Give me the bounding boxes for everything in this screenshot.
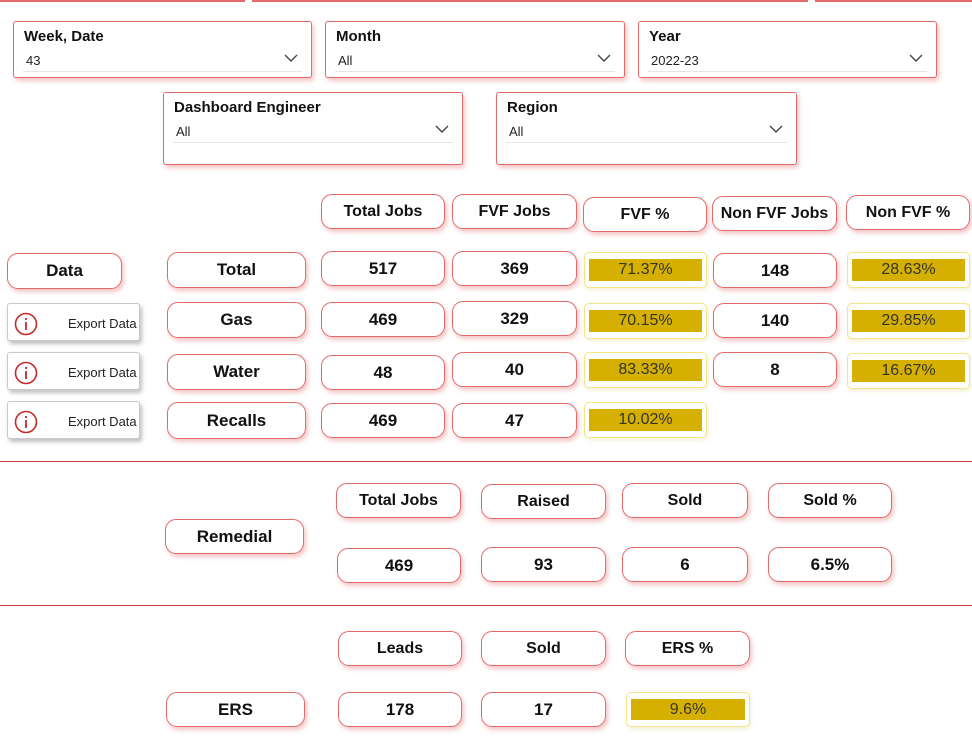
ers-label: ERS <box>166 692 305 727</box>
region-dropdown[interactable]: All <box>506 121 787 143</box>
recalls-fvf-jobs: 47 <box>452 403 577 438</box>
total-non-fvf-jobs: 148 <box>713 253 837 288</box>
ers-leads: 178 <box>338 692 462 727</box>
chevron-down-icon <box>435 125 449 133</box>
export-data-button-recalls[interactable]: Export Data <box>7 401 140 439</box>
gas-total-jobs: 469 <box>321 302 445 337</box>
dashboard-engineer-value: All <box>176 124 191 139</box>
remedial-header-sold: Sold <box>622 483 748 518</box>
month-dropdown[interactable]: All <box>335 50 615 72</box>
gas-non-fvf-pct: 29.85% <box>847 303 970 339</box>
remedial-label: Remedial <box>165 519 304 554</box>
remedial-sold: 6 <box>622 547 748 582</box>
region-slicer-title: Region <box>507 99 558 116</box>
total-total-jobs: 517 <box>321 251 445 286</box>
recalls-total-jobs: 469 <box>321 403 445 438</box>
header-non-fvf-pct: Non FVF % <box>846 195 970 230</box>
dashboard-engineer-dropdown[interactable]: All <box>173 121 453 143</box>
water-fvf-pct-bar: 83.33% <box>589 359 702 381</box>
header-total-jobs: Total Jobs <box>321 194 445 229</box>
ers-pct: 9.6% <box>626 692 750 727</box>
section-divider <box>0 605 972 606</box>
ers-header-sold: Sold <box>481 631 606 666</box>
remedial-raised: 93 <box>481 547 606 582</box>
header-non-fvf-jobs: Non FVF Jobs <box>712 196 837 231</box>
remedial-header-raised: Raised <box>481 484 606 519</box>
total-fvf-pct: 71.37% <box>584 252 707 288</box>
export-data-label: Export Data <box>68 414 137 429</box>
water-non-fvf-pct: 16.67% <box>847 353 970 389</box>
water-non-fvf-jobs: 8 <box>713 352 837 387</box>
week-date-slicer-title: Week, Date <box>24 28 104 45</box>
chevron-down-icon <box>769 125 783 133</box>
week-date-dropdown[interactable]: 43 <box>23 50 302 72</box>
total-non-fvf-pct: 28.63% <box>847 252 970 288</box>
gas-fvf-jobs: 329 <box>452 301 577 336</box>
remedial-sold-pct: 6.5% <box>768 547 892 582</box>
water-non-fvf-pct-bar: 16.67% <box>852 360 965 382</box>
remedial-header-sold-pct: Sold % <box>768 483 892 518</box>
region-slicer[interactable]: Region All <box>496 92 797 165</box>
info-icon <box>14 361 38 385</box>
week-date-slicer[interactable]: Week, Date 43 <box>13 21 312 78</box>
section-divider <box>0 461 972 462</box>
year-dropdown[interactable]: 2022-23 <box>648 50 927 72</box>
gas-non-fvf-jobs: 140 <box>713 303 837 338</box>
total-fvf-pct-bar: 71.37% <box>589 259 702 281</box>
gas-fvf-pct-bar: 70.15% <box>589 310 702 332</box>
header-fvf-jobs: FVF Jobs <box>452 194 577 229</box>
total-non-fvf-pct-bar: 28.63% <box>852 259 965 281</box>
gas-fvf-pct: 70.15% <box>584 303 707 339</box>
month-value: All <box>338 53 353 68</box>
gas-non-fvf-pct-bar: 29.85% <box>852 310 965 332</box>
year-value: 2022-23 <box>651 53 699 68</box>
chevron-down-icon <box>284 54 298 62</box>
week-date-value: 43 <box>26 53 41 68</box>
remedial-total-jobs: 469 <box>337 548 461 583</box>
water-fvf-jobs: 40 <box>452 352 577 387</box>
dashboard-engineer-slicer-title: Dashboard Engineer <box>174 99 321 116</box>
water-total-jobs: 48 <box>321 355 445 390</box>
ers-pct-bar: 9.6% <box>631 699 745 720</box>
info-icon <box>14 410 38 434</box>
recalls-fvf-pct-bar: 10.02% <box>589 409 702 431</box>
ers-sold: 17 <box>481 692 606 727</box>
row-label-recalls: Recalls <box>167 402 306 439</box>
export-data-label: Export Data <box>68 316 137 331</box>
recalls-fvf-pct: 10.02% <box>584 402 707 438</box>
remedial-header-total-jobs: Total Jobs <box>336 483 461 518</box>
top-border <box>0 0 972 2</box>
ers-header-pct: ERS % <box>625 631 750 666</box>
region-value: All <box>509 124 524 139</box>
info-icon <box>14 312 38 336</box>
year-slicer[interactable]: Year 2022-23 <box>638 21 937 78</box>
data-label: Data <box>7 253 122 289</box>
year-slicer-title: Year <box>649 28 681 45</box>
ers-header-leads: Leads <box>338 631 462 666</box>
row-label-water: Water <box>167 354 306 390</box>
row-label-gas: Gas <box>167 302 306 338</box>
export-data-button-gas[interactable]: Export Data <box>7 303 140 341</box>
chevron-down-icon <box>909 54 923 62</box>
export-data-label: Export Data <box>68 365 137 380</box>
month-slicer[interactable]: Month All <box>325 21 625 78</box>
chevron-down-icon <box>597 54 611 62</box>
export-data-button-water[interactable]: Export Data <box>7 352 140 390</box>
total-fvf-jobs: 369 <box>452 251 577 286</box>
month-slicer-title: Month <box>336 28 381 45</box>
header-fvf-pct: FVF % <box>583 197 707 232</box>
dashboard-engineer-slicer[interactable]: Dashboard Engineer All <box>163 92 463 165</box>
row-label-total: Total <box>167 252 306 288</box>
water-fvf-pct: 83.33% <box>584 352 707 388</box>
